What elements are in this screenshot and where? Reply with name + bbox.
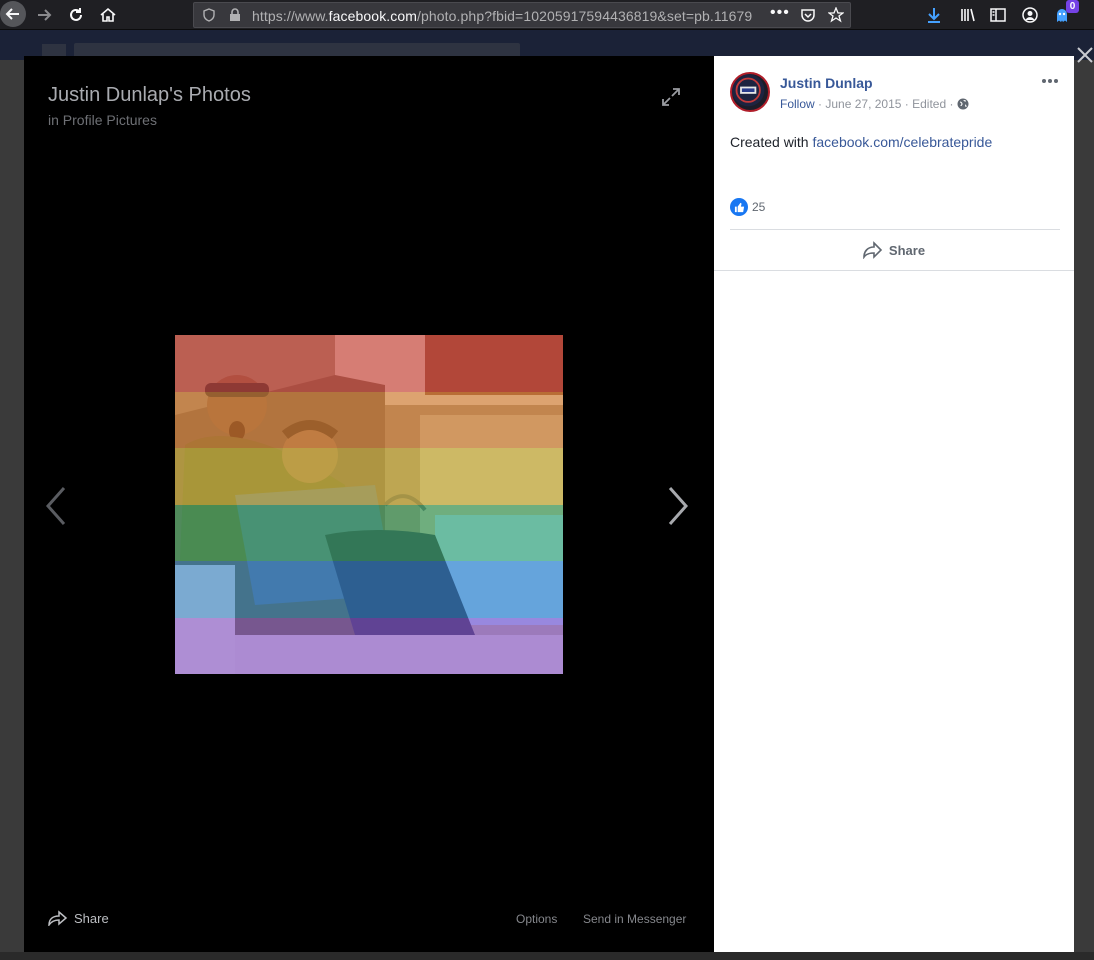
photo-theater: Justin Dunlap's Photos in Profile Pictur…: [24, 56, 714, 952]
photo-share-button[interactable]: Share: [48, 910, 109, 926]
lock-icon[interactable]: [229, 8, 241, 22]
library-button[interactable]: [956, 3, 980, 27]
send-in-messenger-link[interactable]: Send in Messenger: [583, 912, 686, 926]
url-text[interactable]: https://www.facebook.com/photo.php?fbid=…: [252, 8, 764, 24]
rainbow-band: [175, 617, 563, 674]
post-details-panel: Justin Dunlap Follow · June 27, 2015 · E…: [714, 56, 1074, 952]
rainbow-band: [175, 335, 563, 392]
back-button[interactable]: [0, 1, 26, 27]
pocket-icon[interactable]: [800, 7, 816, 23]
home-button[interactable]: [96, 3, 120, 27]
author-avatar[interactable]: [730, 72, 770, 112]
previous-photo-arrow-icon[interactable]: [44, 484, 70, 528]
action-divider: [730, 229, 1060, 230]
post-share-button[interactable]: Share: [714, 232, 1074, 268]
shield-icon[interactable]: [202, 8, 216, 22]
like-reaction-icon: [730, 198, 748, 216]
follow-link[interactable]: Follow: [780, 97, 815, 111]
fullscreen-expand-icon[interactable]: [660, 86, 682, 108]
post-meta: Follow · June 27, 2015 · Edited ·: [780, 97, 969, 111]
meta-separator: ·: [946, 97, 954, 111]
forward-button[interactable]: [32, 3, 56, 27]
options-link[interactable]: Options: [516, 912, 557, 926]
caption-prefix: Created with: [730, 134, 809, 150]
reload-icon: [70, 8, 82, 21]
rainbow-band: [175, 391, 563, 448]
post-date[interactable]: June 27, 2015: [825, 97, 901, 111]
browser-toolbar: https://www.facebook.com/photo.php?fbid=…: [0, 0, 1094, 30]
reactions-summary[interactable]: 25: [730, 198, 765, 216]
notification-badge: 0: [1066, 0, 1079, 13]
sidebar-icon: [990, 8, 1006, 22]
back-arrow-icon: [5, 8, 19, 20]
rainbow-band: [175, 448, 563, 505]
author-name[interactable]: Justin Dunlap: [780, 75, 873, 91]
sidebar-button[interactable]: [986, 3, 1010, 27]
next-photo-arrow-icon[interactable]: [664, 484, 690, 528]
share-icon: [863, 241, 883, 259]
close-theater-icon[interactable]: [1076, 46, 1094, 64]
reload-button[interactable]: [64, 3, 88, 27]
globe-icon[interactable]: [957, 98, 969, 110]
author-avatar-image: [732, 74, 765, 107]
rainbow-band: [175, 504, 563, 561]
bookmark-star-icon[interactable]: [828, 7, 844, 23]
library-icon: [961, 8, 975, 22]
share-arrow-icon: [48, 910, 68, 926]
download-icon: [928, 8, 940, 23]
meta-separator: ·: [814, 97, 826, 111]
profile-photo[interactable]: [175, 335, 563, 674]
album-sub-prefix: in: [48, 112, 59, 128]
account-icon: [1022, 7, 1038, 23]
post-share-label: Share: [888, 242, 926, 258]
panel-divider: [714, 270, 1074, 271]
more-options-icon[interactable]: [1040, 74, 1060, 88]
photo-share-label: Share: [74, 910, 109, 926]
album-link[interactable]: Profile Pictures: [63, 112, 157, 128]
post-caption: Created with facebook.com/celebratepride: [730, 134, 992, 150]
album-title[interactable]: Justin Dunlap's Photos: [48, 84, 251, 107]
album-subtitle: in Profile Pictures: [48, 112, 157, 128]
page-actions-icon[interactable]: •••: [770, 4, 790, 22]
forward-arrow-icon: [38, 9, 52, 21]
photo-footer-actions: Share Options Send in Messenger: [24, 904, 714, 934]
page-bottom-strip: [0, 952, 1094, 960]
downloads-button[interactable]: [922, 3, 946, 27]
caption-link[interactable]: facebook.com/celebratepride: [812, 134, 992, 150]
like-count: 25: [752, 200, 766, 214]
meta-separator: ·: [901, 97, 913, 111]
url-bar[interactable]: https://www.facebook.com/photo.php?fbid=…: [193, 2, 851, 28]
account-button[interactable]: [1018, 3, 1042, 27]
rainbow-band: [175, 561, 563, 618]
edited-label[interactable]: Edited: [912, 97, 946, 111]
home-icon: [100, 7, 116, 22]
